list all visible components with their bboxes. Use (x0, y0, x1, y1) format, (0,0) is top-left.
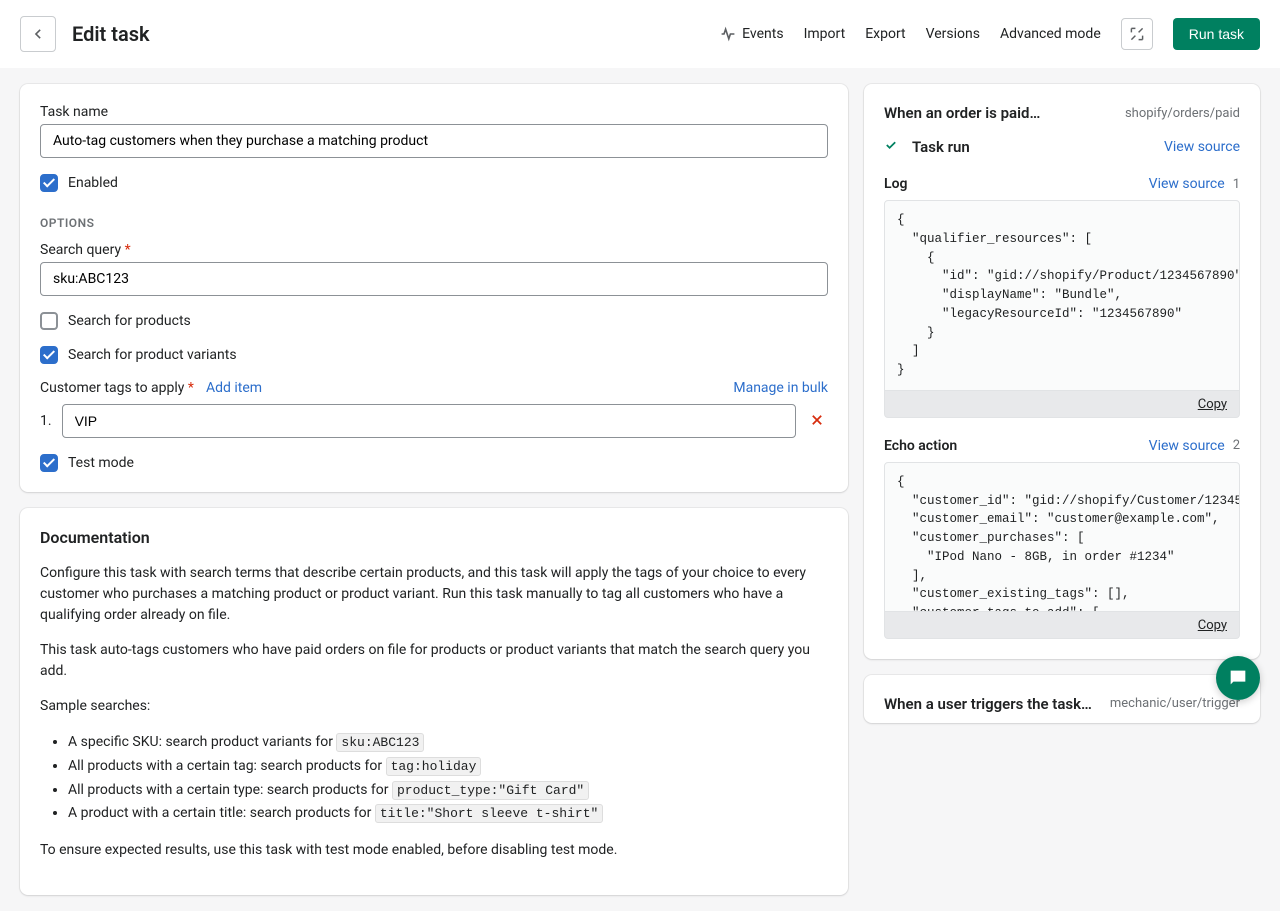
event-header: When a user triggers the task… mechanic/… (884, 695, 1240, 713)
task-card: Task name Enabled OPTIONS Search query *… (20, 84, 848, 492)
code-snippet: sku:ABC123 (336, 733, 424, 752)
documentation-card: Documentation Configure this task with s… (20, 508, 848, 895)
event-card: When an order is paid… shopify/orders/pa… (864, 84, 1260, 659)
arrow-left-icon (30, 26, 46, 42)
search-variants-label: Search for product variants (68, 347, 237, 363)
options-heading: OPTIONS (40, 216, 828, 230)
code-snippet: product_type:"Gift Card" (392, 781, 589, 800)
test-mode-checkbox[interactable] (40, 454, 58, 472)
doc-list: A specific SKU: search product variants … (40, 731, 828, 826)
back-button[interactable] (20, 16, 56, 52)
tag-number: 1. (40, 413, 52, 429)
doc-paragraph: Sample searches: (40, 696, 828, 717)
log-code-block: { "qualifier_resources": [ { "id": "gid:… (884, 200, 1240, 391)
code-snippet: tag:holiday (386, 757, 482, 776)
copy-bar: Copy (884, 391, 1240, 418)
export-link[interactable]: Export (865, 26, 905, 42)
task-name-label: Task name (40, 104, 828, 120)
add-item-link[interactable]: Add item (206, 380, 262, 396)
event-topic: mechanic/user/trigger (1110, 696, 1240, 711)
echo-title: Echo action (884, 438, 957, 454)
page-title: Edit task (72, 22, 150, 46)
search-variants-row: Search for product variants (40, 346, 828, 364)
list-item: All products with a certain type: search… (68, 779, 828, 803)
events-link[interactable]: Events (720, 26, 783, 42)
manage-bulk-link[interactable]: Manage in bulk (733, 380, 828, 396)
tags-label: Customer tags to apply * (40, 380, 194, 396)
event-title: When an order is paid… (884, 104, 1040, 122)
echo-code-block: { "customer_id": "gid://shopify/Customer… (884, 462, 1240, 612)
advanced-mode-link[interactable]: Advanced mode (1000, 26, 1101, 42)
task-name-input[interactable] (40, 124, 828, 158)
remove-tag-button[interactable] (806, 411, 828, 432)
search-products-row: Search for products (40, 312, 828, 330)
enabled-row: Enabled (40, 174, 828, 192)
copy-button[interactable]: Copy (1198, 397, 1227, 412)
list-item: All products with a certain tag: search … (68, 755, 828, 779)
log-header: Log View source 1 (884, 176, 1240, 192)
view-source-link[interactable]: View source (1149, 438, 1225, 454)
search-query-label: Search query * (40, 242, 828, 258)
event-topic: shopify/orders/paid (1125, 106, 1240, 121)
tags-header: Customer tags to apply * Add item Manage… (40, 380, 828, 396)
side-column: When an order is paid… shopify/orders/pa… (864, 84, 1260, 723)
required-marker: * (125, 242, 131, 258)
log-count: 1 (1233, 177, 1240, 192)
code-snippet: title:"Short sleeve t-shirt" (375, 804, 603, 823)
test-mode-row: Test mode (40, 454, 828, 472)
header-actions: Events Import Export Versions Advanced m… (720, 18, 1260, 50)
activity-icon (720, 26, 736, 42)
tag-item: 1. (40, 404, 828, 438)
doc-title: Documentation (40, 528, 828, 547)
main-column: Task name Enabled OPTIONS Search query *… (20, 84, 848, 895)
event-title: When a user triggers the task… (884, 695, 1092, 713)
expand-icon (1129, 26, 1145, 42)
search-query-input[interactable] (40, 262, 828, 296)
doc-paragraph: To ensure expected results, use this tas… (40, 840, 828, 861)
view-source-link[interactable]: View source (1149, 176, 1225, 192)
echo-header: Echo action View source 2 (884, 438, 1240, 454)
list-item: A product with a certain title: search p… (68, 802, 828, 826)
run-task-button[interactable]: Run task (1173, 18, 1260, 50)
search-variants-checkbox[interactable] (40, 346, 58, 364)
test-mode-label: Test mode (68, 455, 134, 471)
page-header: Edit task Events Import Export Versions … (0, 0, 1280, 68)
import-link[interactable]: Import (804, 26, 846, 42)
event-header: When an order is paid… shopify/orders/pa… (884, 104, 1240, 122)
enabled-label: Enabled (68, 175, 118, 191)
task-run-row: Task run View source (884, 138, 1240, 156)
event-card: When a user triggers the task… mechanic/… (864, 675, 1260, 723)
tag-input[interactable] (62, 404, 796, 438)
log-title: Log (884, 176, 907, 192)
doc-paragraph: Configure this task with search terms th… (40, 563, 828, 626)
chat-icon (1227, 667, 1249, 689)
check-icon (884, 138, 898, 156)
expand-button[interactable] (1121, 18, 1153, 50)
content: Task name Enabled OPTIONS Search query *… (0, 68, 1280, 911)
view-source-link[interactable]: View source (1164, 139, 1240, 155)
copy-bar: Copy (884, 612, 1240, 639)
list-item: A specific SKU: search product variants … (68, 731, 828, 755)
copy-button[interactable]: Copy (1198, 618, 1227, 633)
help-button[interactable] (1216, 656, 1260, 700)
search-products-checkbox[interactable] (40, 312, 58, 330)
enabled-checkbox[interactable] (40, 174, 58, 192)
task-run-title: Task run (912, 138, 970, 156)
doc-paragraph: This task auto-tags customers who have p… (40, 640, 828, 682)
versions-link[interactable]: Versions (926, 26, 980, 42)
search-products-label: Search for products (68, 313, 191, 329)
echo-count: 2 (1233, 438, 1240, 453)
close-icon (810, 413, 824, 427)
